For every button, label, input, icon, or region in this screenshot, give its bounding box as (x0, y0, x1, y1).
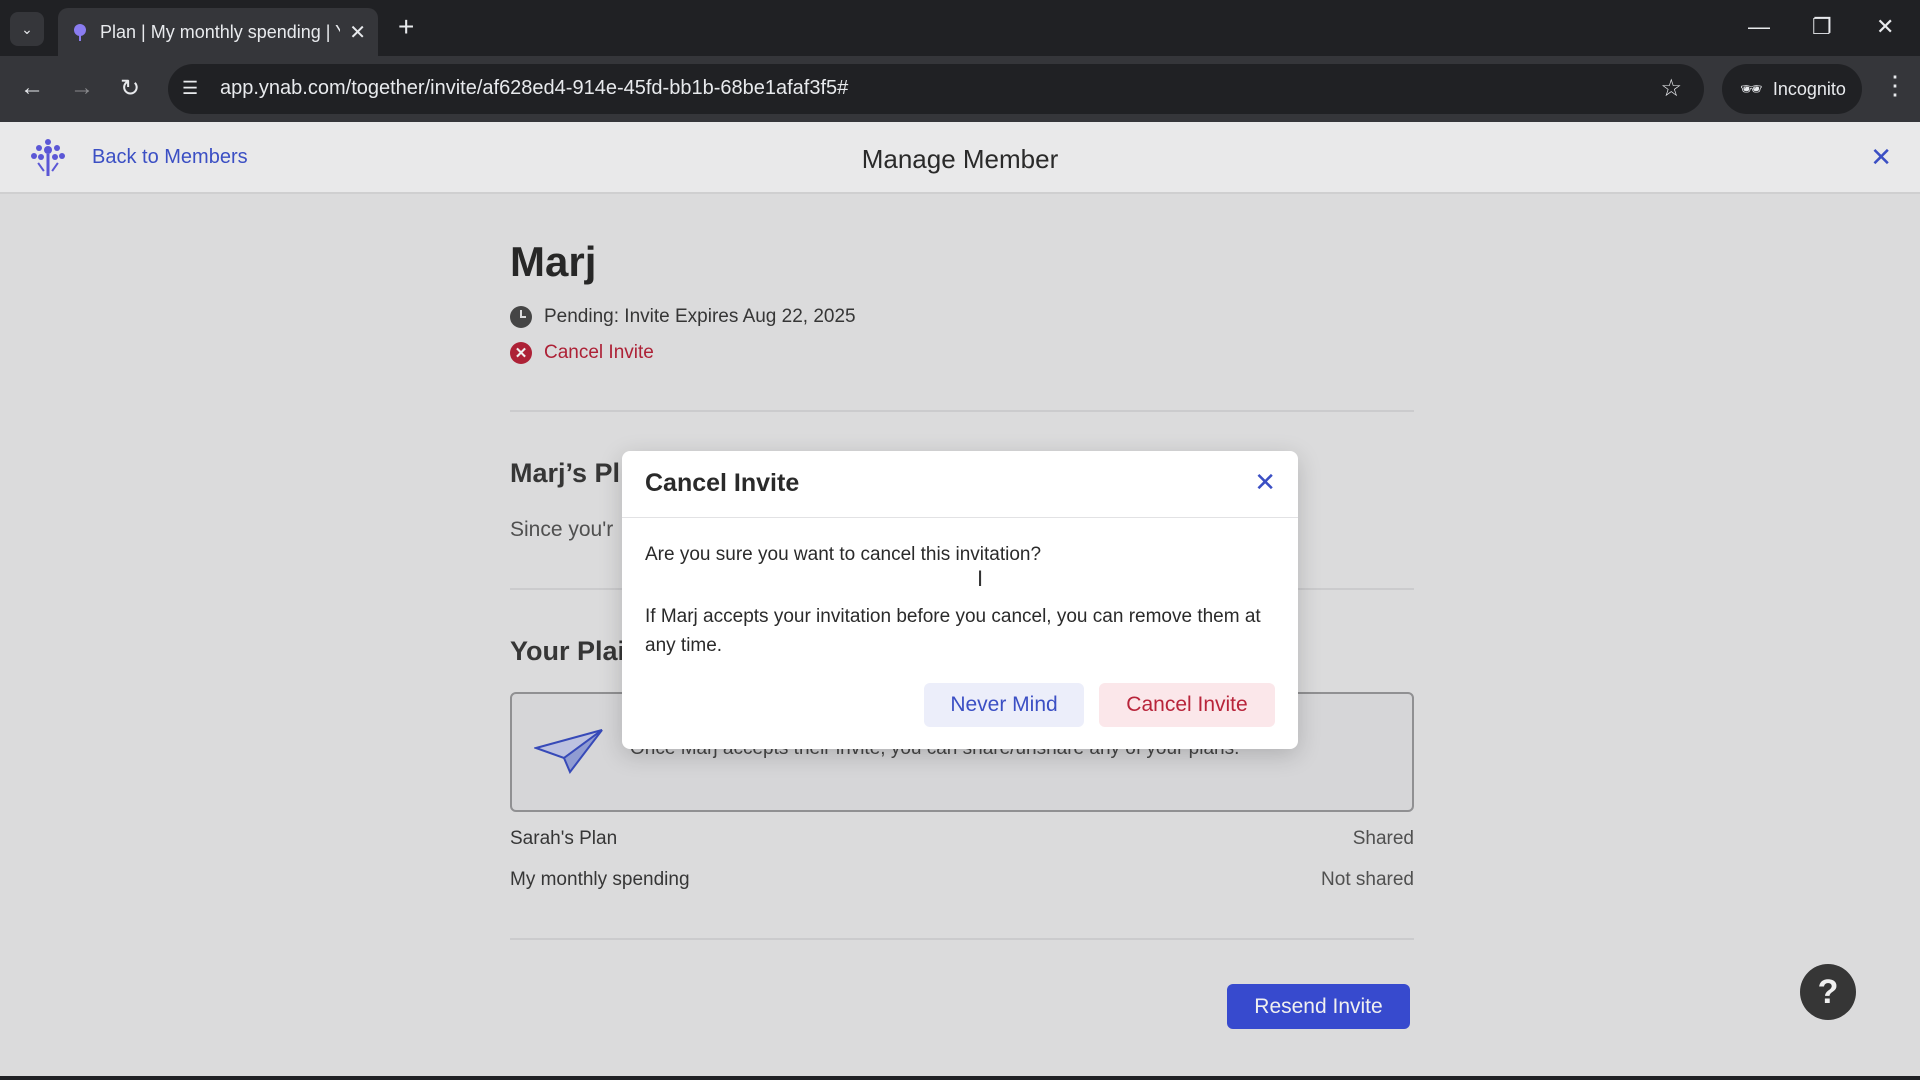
minimize-icon[interactable]: — (1748, 14, 1770, 40)
close-icon[interactable]: ✕ (1870, 142, 1892, 173)
app-header: Back to Members Manage Member ✕ (0, 122, 1920, 194)
forward-arrow-icon[interactable]: → (70, 74, 94, 102)
ynab-favicon-icon (74, 24, 86, 41)
dialog-divider (622, 517, 1298, 518)
new-tab-icon[interactable]: + (398, 12, 414, 42)
tab-close-icon[interactable]: ✕ (349, 20, 366, 45)
browser-tab[interactable]: Plan | My monthly spending | YNAB ✕ (58, 8, 378, 56)
restore-icon[interactable]: ❐ (1812, 14, 1832, 40)
never-mind-button[interactable]: Never Mind (924, 683, 1084, 727)
back-arrow-icon[interactable]: ← (20, 74, 44, 102)
bottom-edge (0, 1076, 1920, 1080)
tab-title: Plan | My monthly spending | YNAB (100, 22, 340, 42)
browser-toolbar: ← → ↻ ☰ app.ynab.com/together/invite/af6… (0, 56, 1920, 122)
dialog-close-icon[interactable]: ✕ (1254, 467, 1276, 498)
reload-icon[interactable]: ↻ (120, 74, 140, 103)
incognito-icon: 🕶 (1740, 78, 1763, 99)
browser-menu-icon[interactable]: ⋮ (1882, 70, 1908, 101)
window-close-icon[interactable]: ✕ (1876, 14, 1894, 40)
dialog-body: If Marj accepts your invitation before y… (645, 606, 1261, 656)
text-cursor-icon: I (977, 566, 984, 591)
tab-search-icon[interactable]: ⌄ (10, 12, 44, 46)
dialog-title: Cancel Invite (645, 469, 800, 497)
browser-tabbar: ⌄ Plan | My monthly spending | YNAB ✕ + … (0, 0, 1920, 56)
url-text[interactable]: app.ynab.com/together/invite/af628ed4-91… (220, 77, 848, 100)
bookmark-star-icon[interactable]: ☆ (1660, 74, 1682, 103)
page-title: Manage Member (861, 144, 1059, 174)
confirm-cancel-invite-button[interactable]: Cancel Invite (1099, 683, 1275, 727)
site-info-icon[interactable]: ☰ (182, 78, 198, 99)
cancel-invite-dialog: Cancel Invite ✕ Are you sure you want to… (622, 451, 1298, 749)
incognito-label: Incognito (1772, 78, 1846, 99)
dialog-question: Are you sure you want to cancel this inv… (645, 544, 1042, 565)
address-bar[interactable]: ☰ app.ynab.com/together/invite/af628ed4-… (168, 64, 1704, 114)
incognito-indicator[interactable]: 🕶 Incognito (1722, 64, 1862, 114)
